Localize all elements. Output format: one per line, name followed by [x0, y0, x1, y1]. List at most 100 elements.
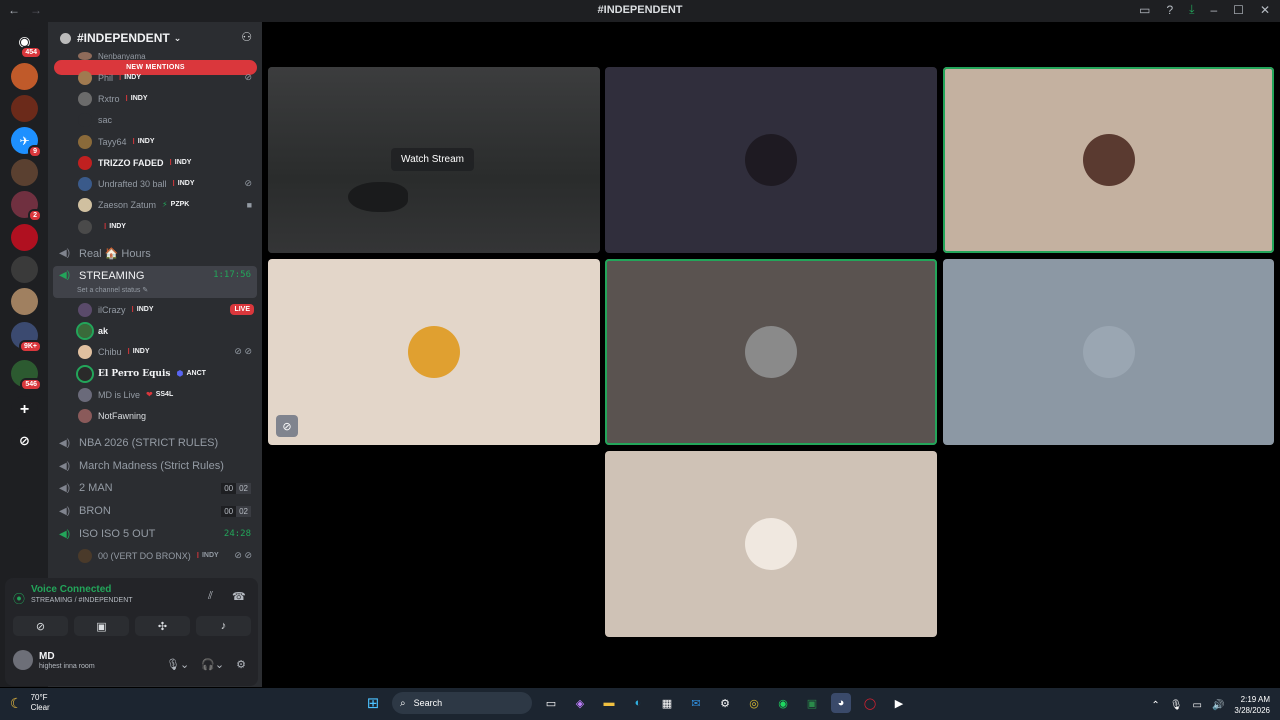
server-folder[interactable]: 9K+: [11, 322, 42, 353]
voice-channel[interactable]: ◀) BRON 00 02: [53, 500, 257, 522]
server-icon[interactable]: [11, 288, 38, 315]
server-name: #INDEPENDENT: [77, 31, 170, 45]
member-name: sac: [98, 114, 113, 125]
volume-icon[interactable]: 🔊: [1212, 700, 1224, 711]
forward-arrow-icon[interactable]: →: [30, 3, 42, 17]
soundboard-button[interactable]: ♪: [196, 616, 251, 636]
weather-widget[interactable]: ☾ 70°F Clear: [10, 693, 50, 713]
voice-connection[interactable]: ⦿ Voice Connected STREAMING / #INDEPENDE…: [13, 584, 133, 607]
media-player-icon[interactable]: ▶: [889, 693, 909, 713]
microphone-icon[interactable]: 🎙⌄: [166, 658, 189, 671]
add-server-button[interactable]: +: [11, 396, 38, 423]
speaker-icon: ◀): [59, 528, 71, 540]
maximize-button[interactable]: ☐: [1233, 3, 1244, 17]
participant-tile[interactable]: [605, 451, 937, 637]
clock[interactable]: 2:19 AM 3/28/2026: [1234, 694, 1270, 716]
server-icon[interactable]: 2: [11, 191, 42, 222]
member-row[interactable]: sac: [48, 109, 262, 130]
member-row[interactable]: Undrafted 30 ball ǀ INDY ⊘: [48, 173, 262, 194]
member-row[interactable]: MD is Live ❤ SS4L: [48, 384, 262, 405]
participant-tile[interactable]: [605, 67, 937, 253]
copilot-icon[interactable]: ◈: [570, 693, 590, 713]
invite-icon[interactable]: ⚇: [241, 30, 252, 44]
store-icon[interactable]: ▦: [657, 693, 677, 713]
camera-off-button[interactable]: ⊘: [13, 616, 68, 636]
headphones-icon[interactable]: 🎧⌄: [201, 658, 224, 671]
chrome-icon[interactable]: ◎: [744, 693, 764, 713]
participant-avatar: [745, 326, 797, 378]
voice-channel[interactable]: ◀) Real 🏠 Hours: [53, 242, 257, 264]
explore-icon[interactable]: ⊘: [11, 427, 38, 454]
windows-start-icon[interactable]: ⊞: [363, 693, 383, 713]
noise-suppression-icon[interactable]: ⫽: [208, 590, 213, 603]
member-row[interactable]: Chibu ǀ INDY ⊘ ⊘: [48, 341, 262, 362]
member-row[interactable]: ilCrazy ǀ INDY LIVE: [48, 299, 262, 320]
channel-status[interactable]: Set a channel status ✎: [77, 286, 148, 294]
voice-channel[interactable]: ◀) ISO ISO 5 OUT 24:28: [53, 523, 257, 545]
microphone-tray-icon[interactable]: 🎙: [1170, 700, 1183, 711]
server-folder[interactable]: 546: [11, 360, 42, 391]
tag-text: INDY: [137, 138, 155, 145]
participant-tile[interactable]: ⊘: [268, 259, 600, 445]
outlook-icon[interactable]: ✉: [686, 693, 706, 713]
task-view-icon[interactable]: ▭: [541, 693, 561, 713]
channel-name: NBA 2026 (STRICT RULES): [79, 437, 219, 449]
guild-tag: ǀ INDY: [119, 73, 141, 82]
server-icon[interactable]: [11, 95, 38, 122]
tag-text: INDY: [109, 223, 126, 230]
network-icon[interactable]: ▭: [1193, 700, 1202, 711]
member-row[interactable]: TRIZZO FADED ǀ INDY: [48, 152, 262, 173]
screen-share-button[interactable]: ▣: [74, 616, 129, 636]
member-row[interactable]: El Perro Equis ⬢ ANCT: [48, 363, 262, 384]
member-row[interactable]: 00 (VERT DO BRONX) ǀ INDY ⊘ ⊘: [48, 545, 262, 566]
stream-tile[interactable]: Watch Stream: [268, 67, 600, 253]
discord-icon[interactable]: ◕: [831, 693, 851, 713]
guild-tag: ❤ SS4L: [146, 390, 173, 399]
help-icon[interactable]: ?: [1166, 3, 1173, 17]
participant-tile-speaking[interactable]: [943, 67, 1274, 253]
voice-channel-active[interactable]: ◀) STREAMING 1:17:56 Set a channel status ✎: [53, 266, 257, 298]
taskbar-search[interactable]: ⌕ Search: [392, 692, 532, 714]
activities-button[interactable]: ✣: [135, 616, 190, 636]
member-row[interactable]: Tayy64 ǀ INDY: [48, 131, 262, 152]
participant-tile-speaking[interactable]: [605, 259, 937, 445]
server-icon[interactable]: [11, 63, 38, 90]
file-explorer-icon[interactable]: ▬: [599, 693, 619, 713]
member-row[interactable]: NotFawning: [48, 405, 262, 426]
channel-status-text: Set a channel status: [77, 287, 141, 294]
member-row[interactable]: ak: [48, 320, 262, 341]
close-button[interactable]: ✕: [1260, 3, 1270, 17]
voice-channel[interactable]: ◀) March Madness (Strict Rules): [53, 455, 257, 477]
voice-actions: ⊘ ▣ ✣ ♪: [13, 616, 251, 636]
member-row[interactable]: ǀ INDY: [48, 216, 262, 237]
opera-icon[interactable]: ◯: [860, 693, 880, 713]
voice-channel[interactable]: ◀) 2 MAN 00 02: [53, 477, 257, 499]
member-row[interactable]: Zaeson Zatum ⚡ PZPK ■: [48, 194, 262, 215]
minimize-button[interactable]: –: [1210, 3, 1217, 17]
home-badge: 454: [20, 46, 42, 59]
chevron-up-icon[interactable]: ⌃: [1151, 700, 1159, 711]
disconnect-icon[interactable]: ☎: [232, 590, 246, 603]
home-button[interactable]: ◉ 454: [11, 28, 42, 59]
server-icon[interactable]: [11, 256, 38, 283]
server-icon[interactable]: [11, 159, 38, 186]
inbox-icon[interactable]: ▭: [1139, 3, 1150, 17]
edge-icon[interactable]: ◐: [628, 693, 648, 713]
xbox-icon[interactable]: ▣: [802, 693, 822, 713]
watch-stream-button[interactable]: Watch Stream: [391, 148, 474, 171]
voice-channel[interactable]: ◀) NBA 2026 (STRICT RULES): [53, 432, 257, 454]
member-name: Chibu: [98, 346, 122, 357]
app-icon[interactable]: ⚙: [715, 693, 735, 713]
back-arrow-icon[interactable]: ←: [8, 3, 20, 17]
spotify-icon[interactable]: ◉: [773, 693, 793, 713]
download-icon[interactable]: ⤓: [1189, 2, 1194, 17]
voice-status: Voice Connected: [31, 584, 112, 595]
settings-gear-icon[interactable]: ⚙: [236, 658, 246, 671]
user-info[interactable]: MD highest inna room: [13, 650, 95, 670]
participant-tile[interactable]: [943, 259, 1274, 445]
member-row[interactable]: Phil ǀ INDY ⊘: [48, 67, 262, 88]
tag-icon: ǀ: [131, 305, 134, 314]
server-icon[interactable]: ✈ 9: [11, 127, 42, 158]
server-icon[interactable]: [11, 224, 38, 251]
member-row[interactable]: Rxtro ǀ INDY: [48, 88, 262, 109]
